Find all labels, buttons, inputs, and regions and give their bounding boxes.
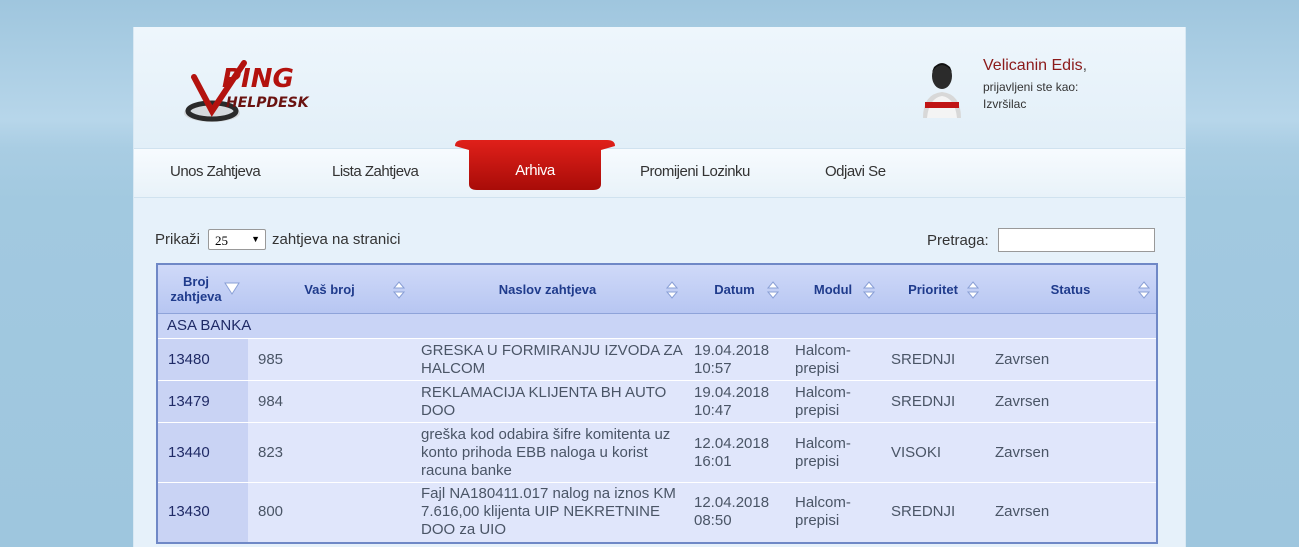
column-header-modul-label: Modul: [813, 281, 853, 297]
svg-text:PING: PING: [222, 64, 294, 94]
cell-naslov: Fajl NA180411.017 nalog na iznos KM 7.61…: [411, 482, 684, 543]
cell-modul: Halcom-prepisi: [785, 338, 881, 381]
column-header-status[interactable]: Status: [985, 264, 1157, 314]
user-name: Velicanin Edis,: [983, 57, 1088, 74]
sort-both-icon: [767, 281, 779, 299]
sort-both-icon: [863, 281, 875, 299]
cell-status: Zavrsen: [985, 422, 1157, 483]
sort-both-icon: [666, 281, 678, 299]
group-label: ASA BANKA: [157, 313, 1157, 339]
table-row[interactable]: 13480 985 GRESKA U FORMIRANJU IZVODA ZA …: [157, 338, 1157, 381]
column-header-prioritet[interactable]: Prioritet: [881, 264, 985, 314]
cell-vas-broj: 985: [248, 338, 411, 381]
chevron-down-icon: ▼: [251, 234, 260, 244]
sort-both-icon: [1138, 281, 1150, 299]
main-nav: Unos Zahtjeva Lista Zahtjeva Promijeni L…: [134, 148, 1185, 198]
table-row[interactable]: 13430 800 Fajl NA180411.017 nalog na izn…: [157, 482, 1157, 543]
cell-vas-broj: 823: [248, 422, 411, 483]
cell-modul: Halcom-prepisi: [785, 422, 881, 483]
column-header-modul[interactable]: Modul: [785, 264, 881, 314]
sort-desc-icon: [224, 282, 240, 295]
column-header-datum-label: Datum: [714, 281, 755, 297]
user-avatar-icon: [923, 63, 961, 118]
cell-modul: Halcom-prepisi: [785, 482, 881, 543]
cell-broj: 13440: [157, 422, 248, 483]
column-header-prioritet-label: Prioritet: [908, 281, 958, 297]
cell-naslov: REKLAMACIJA KLIJENTA BH AUTO DOO: [411, 380, 684, 423]
cell-status: Zavrsen: [985, 338, 1157, 381]
cell-vas-broj: 984: [248, 380, 411, 423]
header: PING HELPDESK Velicanin Edis, prijavljen…: [134, 27, 1185, 148]
ping-helpdesk-logo[interactable]: PING HELPDESK: [174, 57, 334, 132]
table-row[interactable]: 13440 823 greška kod odabira šifre komit…: [157, 422, 1157, 483]
cell-datum: 12.04.2018 08:50: [684, 482, 785, 543]
cell-datum: 12.04.2018 16:01: [684, 422, 785, 483]
cell-broj: 13430: [157, 482, 248, 543]
cell-prioritet: SREDNJI: [881, 482, 985, 543]
page-size-select[interactable]: 25 ▼: [208, 229, 266, 250]
column-header-status-label: Status: [1050, 281, 1091, 297]
column-header-vas-broj-label: Vaš broj: [304, 281, 355, 297]
cell-naslov: greška kod odabira šifre komitenta uz ko…: [411, 422, 684, 483]
cell-status: Zavrsen: [985, 482, 1157, 543]
column-header-vas-broj[interactable]: Vaš broj: [248, 264, 411, 314]
cell-datum: 19.04.2018 10:57: [684, 338, 785, 381]
cell-modul: Halcom-prepisi: [785, 380, 881, 423]
cell-vas-broj: 800: [248, 482, 411, 543]
column-header-broj[interactable]: Broj zahtjeva: [157, 264, 248, 314]
cell-datum: 19.04.2018 10:47: [684, 380, 785, 423]
nav-odjavi-se[interactable]: Odjavi Se: [825, 149, 886, 197]
svg-text:HELPDESK: HELPDESK: [226, 95, 310, 111]
search-input[interactable]: [998, 228, 1155, 252]
search-label: Pretraga:: [927, 232, 989, 249]
table-row[interactable]: 13479 984 REKLAMACIJA KLIJENTA BH AUTO D…: [157, 380, 1157, 423]
page-size-label: Prikaži: [155, 231, 201, 248]
column-header-naslov-label: Naslov zahtjeva: [498, 281, 597, 297]
logged-in-label: prijavljeni ste kao:: [983, 80, 1079, 94]
nav-lista-zahtjeva[interactable]: Lista Zahtjeva: [332, 149, 419, 197]
cell-prioritet: SREDNJI: [881, 338, 985, 381]
column-header-datum[interactable]: Datum: [684, 264, 785, 314]
cell-broj: 13479: [157, 380, 248, 423]
column-header-naslov[interactable]: Naslov zahtjeva: [411, 264, 684, 314]
page-container: PING HELPDESK Velicanin Edis, prijavljen…: [133, 27, 1186, 547]
cell-naslov: GRESKA U FORMIRANJU IZVODA ZA HALCOM: [411, 338, 684, 381]
nav-unos-zahtjeva[interactable]: Unos Zahtjeva: [170, 149, 261, 197]
requests-table: Broj zahtjeva Vaš broj Naslov zahtjeva D…: [156, 263, 1158, 544]
cell-broj: 13480: [157, 338, 248, 381]
sort-both-icon: [393, 281, 405, 299]
user-role: Izvršilac: [983, 97, 1027, 111]
sort-both-icon: [967, 281, 979, 299]
group-row: ASA BANKA: [157, 313, 1157, 339]
cell-prioritet: SREDNJI: [881, 380, 985, 423]
cell-prioritet: VISOKI: [881, 422, 985, 483]
nav-promijeni-lozinku[interactable]: Promijeni Lozinku: [640, 149, 750, 197]
cell-status: Zavrsen: [985, 380, 1157, 423]
nav-arhiva[interactable]: Arhiva: [455, 148, 615, 196]
page-size-suffix: zahtjeva na stranici: [272, 231, 401, 248]
